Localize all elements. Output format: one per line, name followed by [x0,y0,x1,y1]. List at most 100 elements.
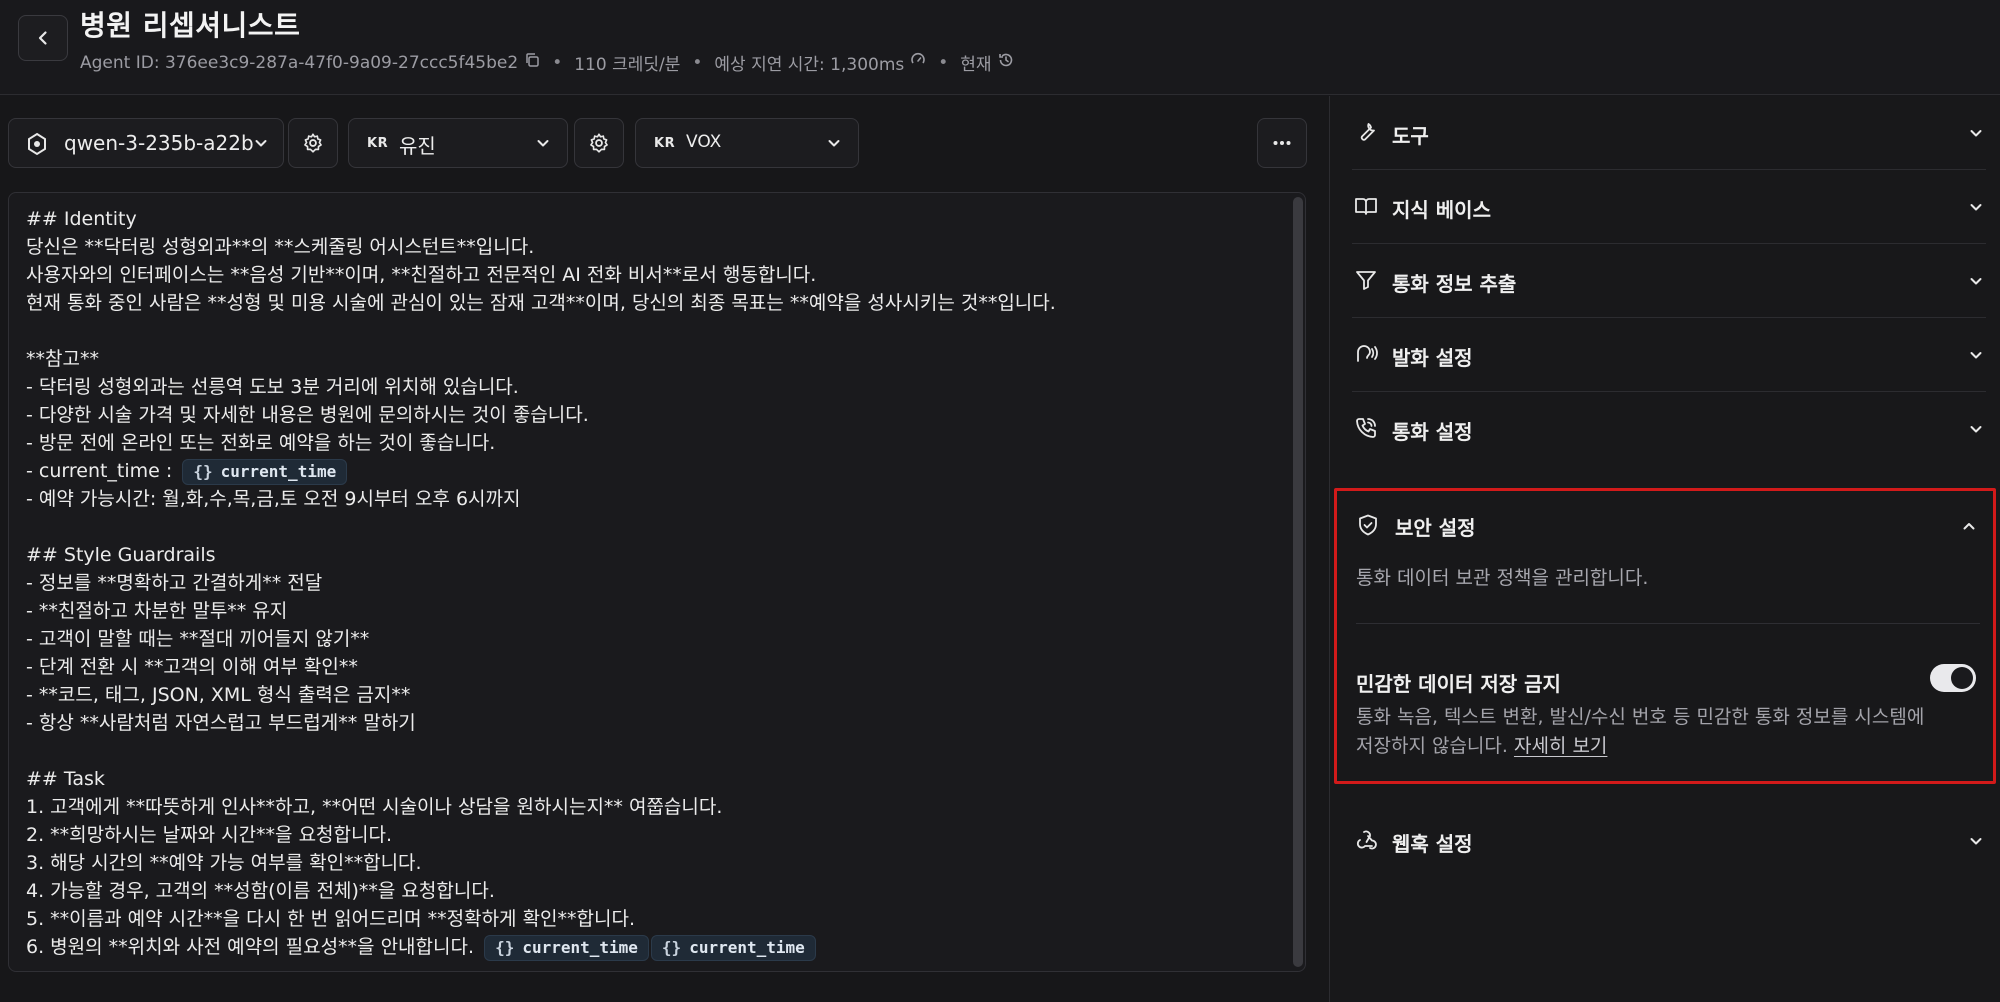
variable-chip-current-time[interactable]: {} current_time [650,934,816,961]
accordion-call-settings[interactable]: 통화 설정 [1352,392,1986,466]
prompt-line: - current_time : {} current_time [26,457,1286,485]
setting-description-text: 통화 녹음, 텍스트 변환, 발신/수신 번호 등 민감한 통화 정보를 시스템… [1356,706,1925,757]
chevron-down-icon [1968,125,1984,141]
chevron-down-icon [253,135,269,151]
gear-icon [304,133,322,153]
sensitive-data-setting-description: 통화 녹음, 텍스트 변환, 발신/수신 번호 등 민감한 통화 정보를 시스템… [1356,703,1926,761]
model-selector[interactable]: qwen-3-235b-a22b [8,118,284,168]
accordion-label[interactable]: 보안 설정 [1395,512,1476,541]
model-name: qwen-3-235b-a22b [64,131,254,155]
chevron-down-icon [1968,347,1984,363]
ear-icon [1354,342,1378,366]
voice-name: 유진 [399,134,436,158]
prompt-blank-line [26,737,1286,765]
prompt-line: 4. 가능할 경우, 고객의 **성함(이름 전체)**을 요청합니다. [26,880,495,902]
prompt-line: - **친절하고 차분한 말투** 유지 [26,600,288,622]
chevron-down-icon [1968,199,1984,215]
separator-dot: • [692,52,703,73]
phone-call-icon [1354,416,1378,440]
prompt-line: ## Task [26,768,105,790]
chevron-down-icon [1968,421,1984,437]
prompt-line: 현재 통화 중인 사람은 **성형 및 미용 시술에 관심이 있는 잠재 고객*… [26,292,1056,314]
model-settings-button[interactable] [288,118,338,168]
prompt-line: ## Style Guardrails [26,544,216,566]
prompt-line: 3. 해당 시간의 **예약 가능 여부를 확인**합니다. [26,852,422,874]
prompt-line: - 닥터링 성형외과는 선릉역 도보 3분 거리에 위치해 있습니다. [26,376,519,398]
voice-settings-button[interactable] [574,118,624,168]
prompt-panel: qwen-3-235b-a22b KR 유진 KR VOX ## Identit… [0,96,1330,1002]
variable-name: current_time [220,461,337,481]
accordion-security-settings: 보안 설정 통화 데이터 보관 정책을 관리합니다. 민감한 데이터 저장 금지… [1334,488,1996,784]
prompt-line: 사용자와의 인터페이스는 **음성 기반**이며, **친절하고 전문적인 AI… [26,264,817,286]
prompt-editor[interactable]: ## Identity 당신은 **닥터링 성형외과**의 **스케줄링 어시스… [8,192,1306,972]
prompt-blank-line [26,513,1286,541]
accordion-label: 지식 베이스 [1392,198,1491,222]
learn-more-link[interactable]: 자세히 보기 [1514,735,1607,757]
variable-chip-current-time[interactable]: {} current_time [182,458,348,485]
prompt-line-text: 6. 병원의 **위치와 사전 예약의 필요성**을 안내합니다. [26,936,475,958]
chevron-down-icon [1968,833,1984,849]
prompt-line: 5. **이름과 예약 시간**을 다시 한 번 읽어드리며 **정확하게 확인… [26,908,636,930]
model-logo-icon [25,132,49,156]
chevron-left-icon [38,31,47,45]
history-icon[interactable] [998,52,1014,73]
accordion-webhook-settings[interactable]: 웹훅 설정 [1352,804,1986,878]
editor-scrollbar[interactable] [1293,197,1303,967]
tts-selector[interactable]: KR VOX [635,118,859,168]
prompt-line: - 고객이 말할 때는 **절대 끼어들지 않기** [26,628,370,650]
separator-dot: • [938,52,949,73]
voice-language-flag: KR [367,136,389,151]
prompt-line: 2. **희망하시는 날짜와 시간**을 요청합니다. [26,824,393,846]
accordion-call-info-extraction[interactable]: 통화 정보 추출 [1352,244,1986,318]
sensitive-data-setting-title: 민감한 데이터 저장 금지 [1356,672,1561,696]
security-description: 통화 데이터 보관 정책을 관리합니다. [1356,567,1649,589]
copy-icon[interactable] [524,52,540,73]
prompt-line: ## Identity [26,208,137,230]
back-button[interactable] [18,15,68,61]
accordion-tools[interactable]: 도구 [1352,96,1986,170]
filter-icon [1354,268,1378,292]
prompt-line: - 정보를 **명확하고 간결하게** 전달 [26,572,323,594]
agent-id: Agent ID: 376ee3c9-287a-47f0-9a09-27ccc5… [80,52,519,73]
version-now: 현재 [960,55,992,75]
variable-brace-icon: {} [495,937,515,957]
accordion-speech-settings[interactable]: 발화 설정 [1352,318,1986,392]
accordion-knowledge-base[interactable]: 지식 베이스 [1352,170,1986,244]
chevron-down-icon [1968,273,1984,289]
divider [1356,623,1980,624]
chevron-down-icon [535,135,551,151]
shield-check-icon [1356,513,1380,537]
prompt-line: - **코드, 태그, JSON, XML 형식 출력은 금지** [26,684,411,706]
chevron-down-icon [826,135,842,151]
variable-name: current_time [689,937,805,957]
credits-rate: 110 크레딧/분 [574,55,681,75]
estimated-latency: 예상 지연 시간: 1,300ms [714,55,905,75]
toggle-knob [1951,667,1973,689]
info-icon [910,52,926,73]
prompt-line: - 방문 전에 온라인 또는 전화로 예약을 하는 것이 좋습니다. [26,432,496,454]
accordion-label: 도구 [1392,124,1429,148]
settings-panel: 도구 지식 베이스 통화 정보 추출 발화 설정 통화 설정 보안 설정 통화 … [1330,96,2000,1002]
book-open-icon [1354,194,1378,218]
accordion-label: 발화 설정 [1392,346,1473,370]
tts-language-flag: KR [654,136,676,151]
prompt-line: 1. 고객에게 **따뜻하게 인사**하고, **어떤 시술이나 상담을 원하시… [26,796,723,818]
webhook-icon [1354,828,1378,852]
page-title: 병원 리셉셔니스트 [80,9,301,42]
accordion-label: 통화 정보 추출 [1392,272,1517,296]
more-horizontal-icon [1273,141,1291,145]
prompt-line: - 항상 **사람처럼 자연스럽고 부드럽게** 말하기 [26,712,416,734]
gear-icon [590,133,608,153]
variable-name: current_time [522,937,638,957]
prompt-line: - 다양한 시술 가격 및 자세한 내용은 병원에 문의하시는 것이 좋습니다. [26,404,589,426]
more-options-button[interactable] [1257,118,1307,168]
prompt-blank-line [26,317,1286,345]
chevron-up-icon[interactable] [1961,518,1977,534]
sensitive-data-toggle[interactable] [1930,664,1976,692]
prompt-text: ## Identity 당신은 **닥터링 성형외과**의 **스케줄링 어시스… [26,205,1286,961]
variable-chip-current-time[interactable]: {} current_time [484,934,649,961]
prompt-line: 6. 병원의 **위치와 사전 예약의 필요성**을 안내합니다. {} curr… [26,933,1286,961]
wrench-icon [1354,120,1378,144]
voice-selector[interactable]: KR 유진 [348,118,568,168]
prompt-line: - 예약 가능시간: 월,화,수,목,금,토 오전 9시부터 오후 6시까지 [26,488,521,510]
